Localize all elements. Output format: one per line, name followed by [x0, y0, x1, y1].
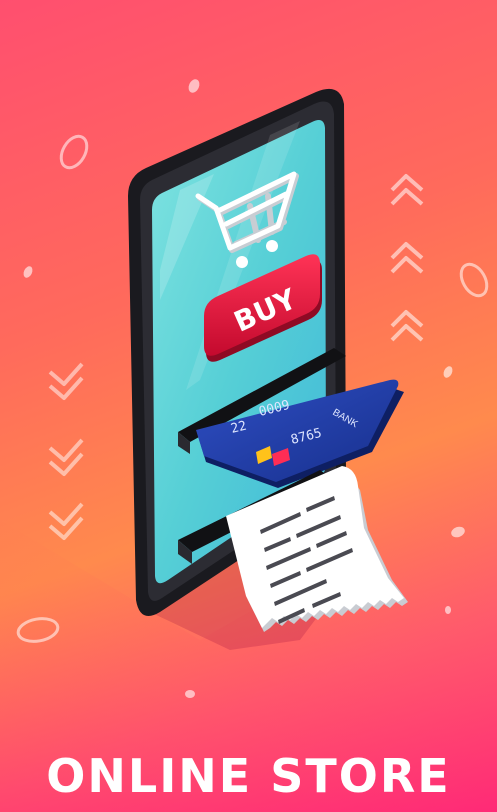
poster-title: ONLINE STORE — [46, 749, 451, 803]
chevron-icon — [48, 438, 84, 476]
dot-icon — [188, 79, 200, 93]
ring-icon — [59, 134, 89, 170]
dot-icon — [23, 266, 33, 278]
chevron-icon — [48, 502, 84, 540]
cart-wheel — [266, 240, 278, 252]
chevron-icon — [390, 242, 424, 274]
chevron-icon — [390, 174, 424, 206]
poster-canvas: BUY 22 0009 8765 BANK ONLINE STORE — [0, 0, 497, 812]
dot-icon — [443, 366, 453, 378]
dot-icon — [445, 606, 451, 614]
ring-icon — [459, 262, 489, 298]
chevron-icon — [48, 362, 84, 400]
cart-wheel — [236, 256, 248, 268]
chevron-icon — [390, 310, 424, 342]
dot-icon — [185, 690, 195, 698]
illustration: BUY 22 0009 8765 BANK — [0, 79, 497, 812]
